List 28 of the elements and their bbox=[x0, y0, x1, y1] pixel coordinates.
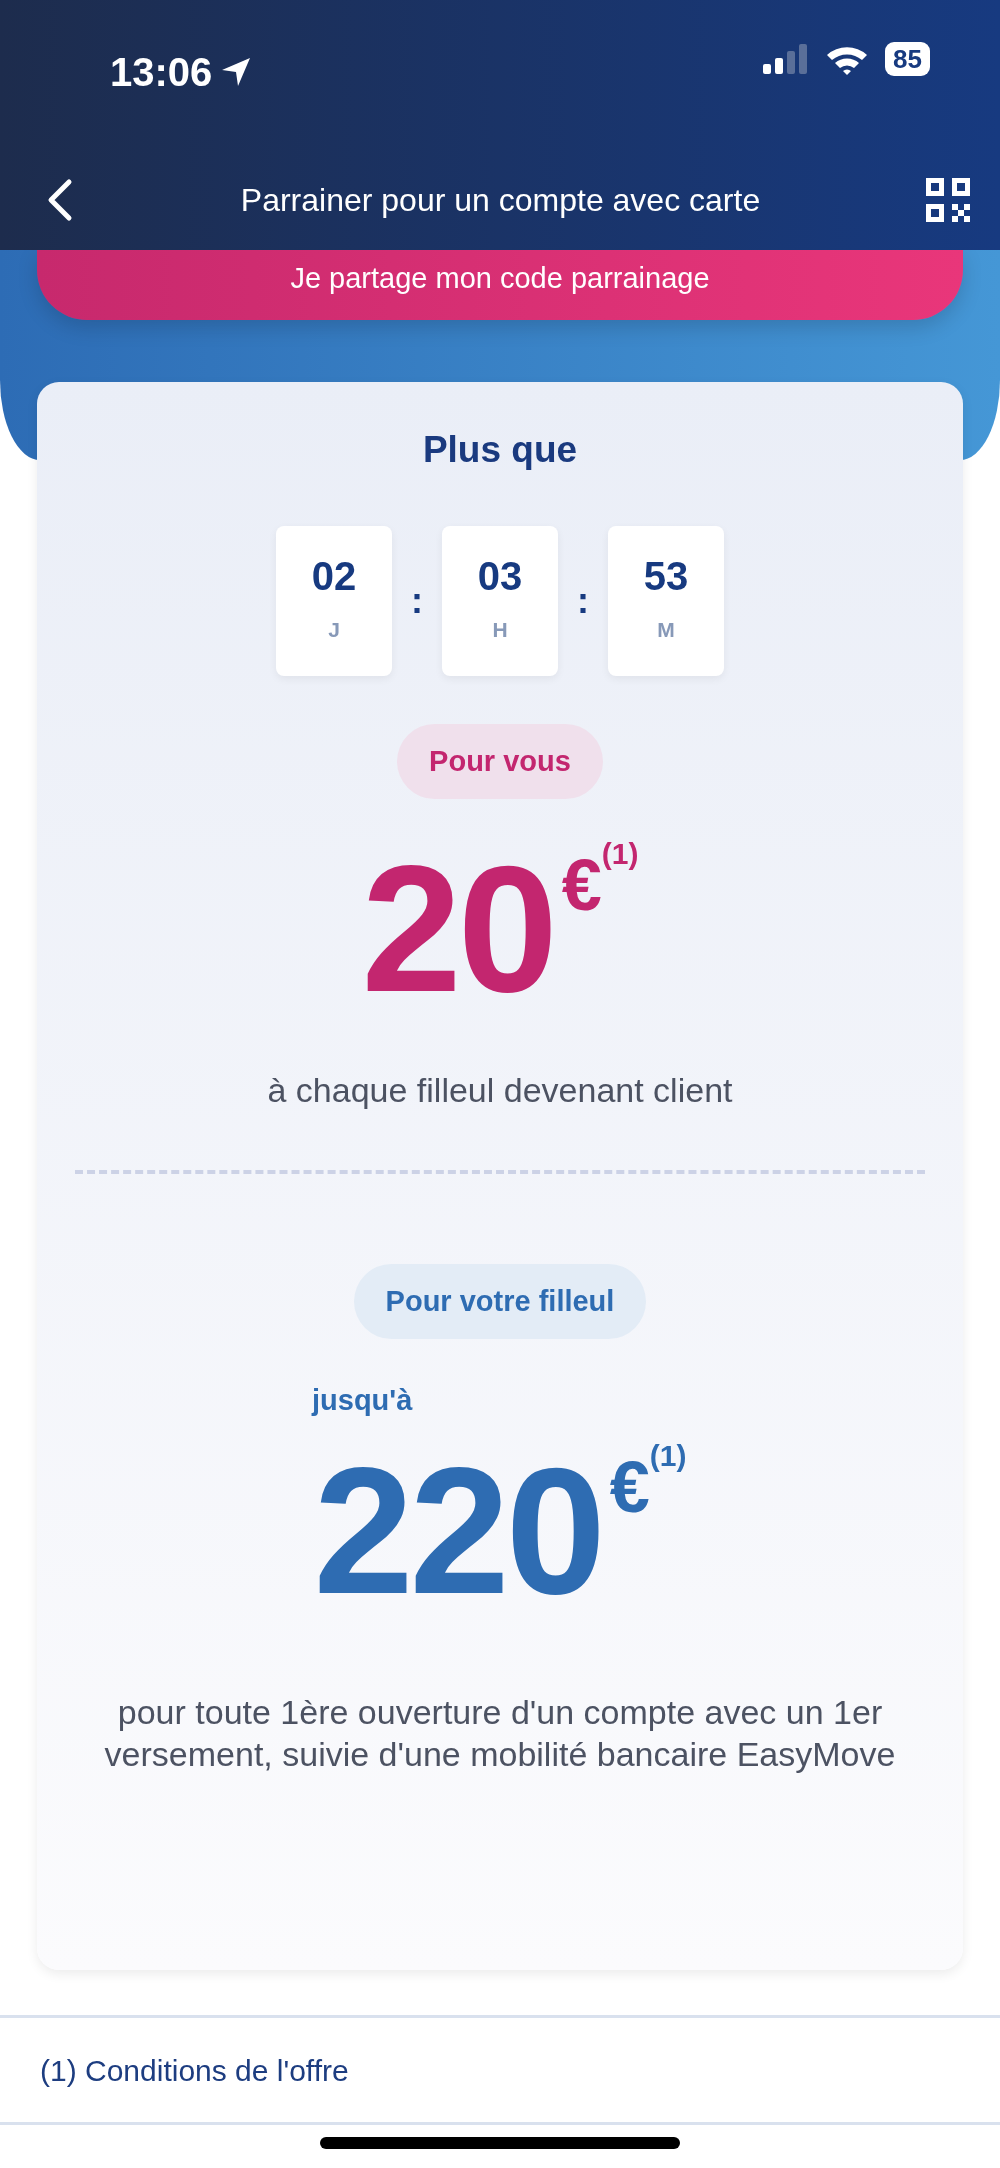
countdown-separator: : bbox=[576, 578, 590, 623]
screen-title: Parrainer pour un compte avec carte bbox=[240, 181, 761, 220]
countdown-title: Plus que bbox=[422, 428, 578, 472]
location-arrow-icon bbox=[220, 56, 253, 88]
battery-level: 85 bbox=[885, 42, 930, 76]
status-time: 13:06 bbox=[110, 49, 213, 96]
qr-code-icon[interactable] bbox=[926, 178, 970, 222]
offer-tag: Pour vous bbox=[397, 723, 603, 799]
footnote-mark: (1) bbox=[649, 1440, 687, 1471]
amount: 20 bbox=[361, 839, 554, 1019]
offer-description: à chaque filleul devenant client bbox=[267, 1070, 733, 1111]
amount-prefix: jusqu'à bbox=[312, 1383, 413, 1418]
share-code-button[interactable]: Je partage mon code parrainage bbox=[37, 250, 963, 320]
amount: 220 bbox=[313, 1440, 602, 1621]
currency-symbol: € bbox=[561, 849, 602, 921]
signal-icon bbox=[763, 44, 810, 74]
countdown-value: 03 bbox=[477, 555, 523, 596]
conditions-link[interactable]: (1) Conditions de l'offre bbox=[40, 2047, 349, 2093]
currency-symbol: € bbox=[609, 1450, 650, 1523]
footnote-mark: (1) bbox=[601, 839, 639, 869]
offer-tag: Pour votre filleul bbox=[353, 1263, 647, 1339]
countdown-value: 53 bbox=[643, 555, 689, 596]
countdown-unit: H bbox=[492, 616, 508, 643]
countdown-value: 02 bbox=[311, 555, 357, 596]
countdown-unit: M bbox=[657, 616, 675, 643]
countdown-separator: : bbox=[410, 578, 424, 623]
offer-description: pour toute 1ère ouverture d'un compte avec un 1er versement, suivie d'une mobilité bancaire EasyMove bbox=[103, 1691, 897, 1775]
countdown-unit: J bbox=[328, 616, 340, 643]
